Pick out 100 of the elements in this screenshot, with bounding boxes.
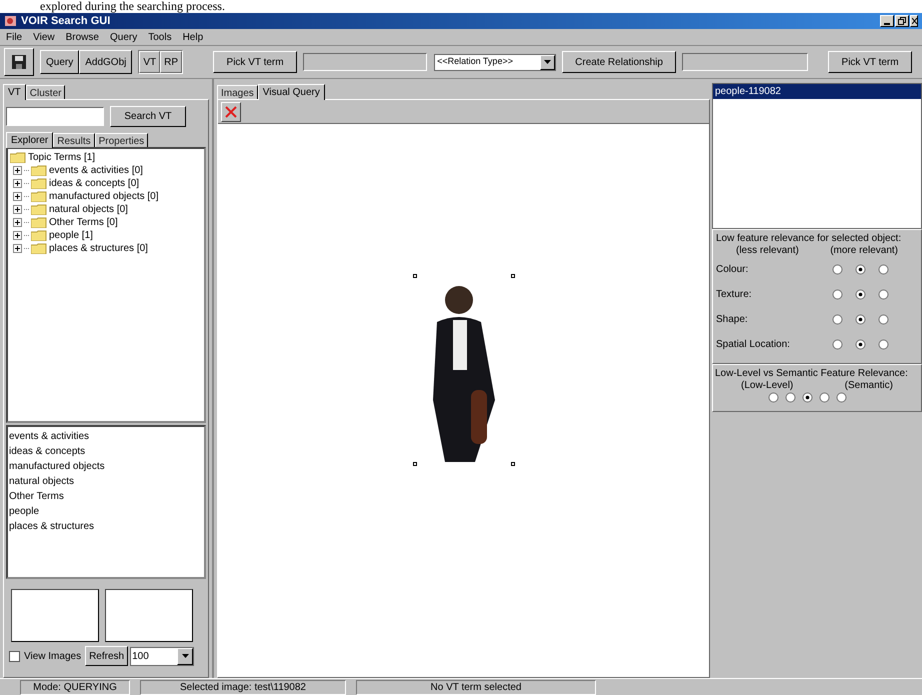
restore-button[interactable] [895, 15, 909, 27]
search-field[interactable] [6, 107, 104, 126]
dropdown-arrow-icon [544, 60, 552, 64]
radio-button[interactable] [878, 264, 889, 275]
list-item[interactable]: natural objects [9, 474, 204, 489]
list-item[interactable]: events & activities [9, 429, 204, 444]
radio-button[interactable] [784, 392, 796, 403]
scale-label: (Low-Level) [741, 380, 794, 392]
tree-item[interactable]: Other Terms [0] [49, 215, 118, 230]
menu-item[interactable]: Help [182, 30, 204, 44]
feature-label: Spatial Location: [716, 338, 791, 352]
tree-item[interactable]: ideas & concepts [0] [49, 176, 140, 191]
toolbar-button[interactable]: AddGObj [79, 50, 132, 74]
feature-label: Shape: [716, 313, 749, 327]
tab[interactable]: Results [53, 133, 95, 147]
status-field: Mode: QUERYING [20, 680, 130, 694]
delete-x-icon [225, 106, 237, 118]
tab[interactable]: Cluster [26, 85, 66, 99]
radio-button[interactable] [855, 314, 866, 325]
radio-button[interactable] [832, 314, 843, 325]
vt-term-field[interactable] [303, 53, 428, 71]
view-images-checkbox[interactable]: View Images [9, 648, 84, 664]
radio-button[interactable] [855, 289, 866, 300]
tree-item[interactable]: manufactured objects [0] [49, 189, 159, 204]
minimize-button[interactable] [880, 15, 894, 27]
radio-button[interactable] [818, 392, 830, 403]
folder-icon [31, 204, 47, 215]
tree-item[interactable]: places & structures [0] [49, 241, 148, 256]
list-item[interactable]: manufactured objects [9, 459, 204, 474]
expand-icon[interactable] [13, 192, 22, 201]
refresh-button[interactable]: Refresh [85, 646, 128, 666]
expand-icon[interactable] [13, 231, 22, 240]
pick-vt-term-button[interactable]: Pick VT term [213, 51, 298, 73]
tree-item[interactable]: natural objects [0] [49, 202, 128, 217]
pick-vt-term-button[interactable]: Pick VT term [828, 51, 912, 73]
radio-button[interactable] [832, 264, 843, 275]
window-title: VOIR Search GUI [21, 14, 110, 29]
relation-type-dropdown[interactable]: <<Relation Type>> [434, 54, 556, 70]
folder-icon [31, 217, 47, 228]
expand-icon[interactable] [13, 205, 22, 214]
tree-item[interactable]: Topic Terms [1] [28, 150, 96, 165]
toolbar-button[interactable]: Query [40, 50, 80, 74]
folder-icon [31, 243, 47, 254]
feature-label: Colour: [716, 263, 750, 277]
folder-icon [31, 191, 47, 202]
radio-button[interactable] [768, 392, 778, 403]
scale-label: (less relevant) [736, 245, 799, 257]
folder-icon [31, 165, 47, 176]
panel-title: Low feature relevance for selected object: [716, 232, 902, 245]
app-icon [4, 15, 17, 27]
list-item[interactable]: ideas & concepts [9, 444, 204, 459]
tab[interactable]: Images [217, 85, 258, 99]
menu-item[interactable]: View [33, 30, 55, 44]
menu-item[interactable]: Query [110, 30, 138, 44]
list-item[interactable]: places & structures [9, 519, 204, 534]
menu-item[interactable]: Tools [148, 30, 172, 44]
tab[interactable]: Visual Query [258, 84, 325, 100]
delete-button[interactable] [221, 102, 241, 122]
radio-button[interactable] [855, 264, 866, 275]
status-field: No VT term selected [356, 680, 596, 694]
save-button[interactable] [4, 48, 34, 76]
dropdown-arrow-icon [182, 654, 189, 658]
create-relationship-button[interactable]: Create Relationship [562, 51, 676, 73]
close-icon [912, 18, 916, 24]
list-item[interactable]: people-119082 [713, 84, 921, 99]
count-dropdown[interactable]: 100 [130, 646, 194, 666]
radio-button[interactable] [836, 392, 846, 403]
radio-button[interactable] [878, 339, 889, 350]
search-vt-button[interactable]: Search VT [110, 106, 186, 127]
tab[interactable]: VT [3, 84, 26, 100]
scale-label: (more relevant) [830, 245, 898, 257]
caption-text: explored during the searching process. [40, 0, 225, 13]
toggle-button[interactable]: VT [139, 51, 160, 73]
status-field: Selected image: test\119082 [140, 680, 346, 694]
close-button[interactable] [910, 15, 918, 27]
folder-icon [31, 178, 47, 189]
panel-title: Low-Level vs Semantic Feature Relevance: [715, 367, 909, 380]
tab[interactable]: Explorer [6, 132, 54, 148]
menu-item[interactable]: File [6, 30, 22, 44]
expand-icon[interactable] [13, 179, 22, 188]
expand-icon[interactable] [13, 166, 22, 175]
scale-label: (Semantic) [844, 380, 893, 392]
toggle-button[interactable]: RP [160, 51, 182, 73]
list-item[interactable]: people [9, 504, 204, 519]
radio-button[interactable] [878, 289, 889, 300]
radio-button[interactable] [855, 339, 866, 350]
tab[interactable]: Properties [94, 133, 148, 147]
radio-button[interactable] [832, 339, 843, 350]
vt-term-field[interactable] [682, 53, 808, 71]
tree-item[interactable]: people [1] [49, 228, 93, 243]
radio-button[interactable] [802, 392, 812, 403]
list-item[interactable]: Other Terms [9, 489, 204, 504]
expand-icon[interactable] [13, 218, 22, 227]
restore-icon [898, 17, 906, 25]
radio-button[interactable] [878, 314, 889, 325]
menu-item[interactable]: Browse [66, 30, 99, 44]
expand-icon[interactable] [13, 244, 22, 253]
folder-icon [31, 230, 47, 241]
tree-item[interactable]: events & activities [0] [49, 163, 143, 178]
radio-button[interactable] [832, 289, 843, 300]
